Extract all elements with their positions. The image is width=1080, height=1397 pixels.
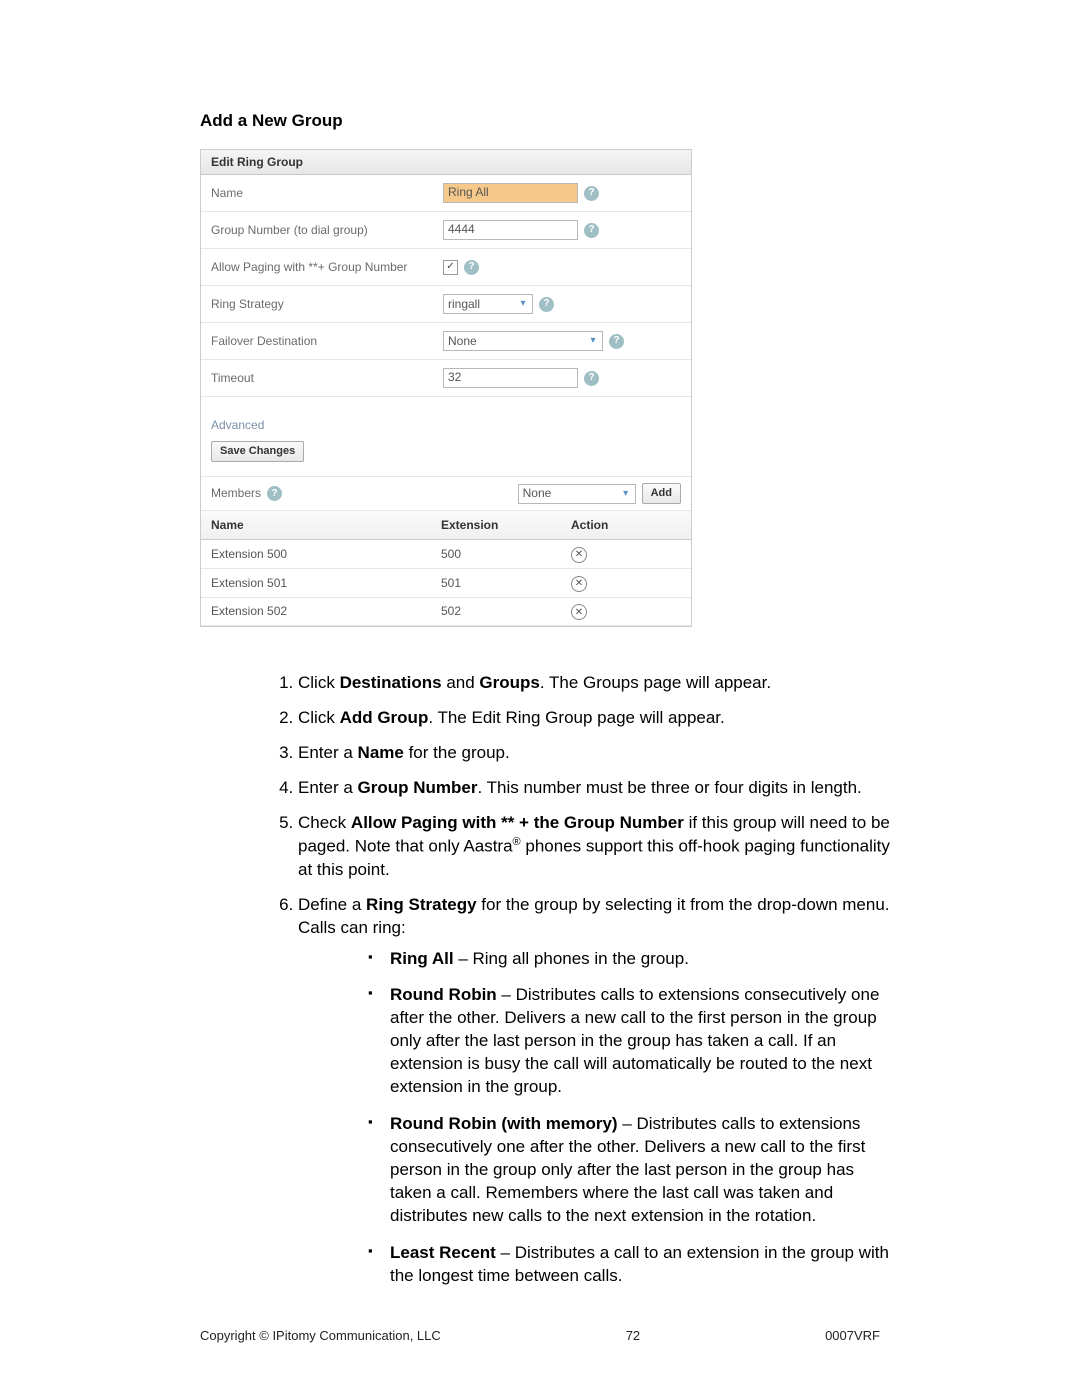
table-row: Extension 502 502 ✕ <box>201 597 691 626</box>
select-ring-strategy[interactable]: ringall ▾ <box>443 294 533 314</box>
label-group-number: Group Number (to dial group) <box>211 222 443 238</box>
step-3: Enter a Name for the group. <box>298 742 890 765</box>
select-failover[interactable]: None ▾ <box>443 331 603 351</box>
cell-name: Extension 501 <box>201 568 431 597</box>
step-1: Click Destinations and Groups. The Group… <box>298 672 890 695</box>
section-title: Add a New Group <box>200 110 890 133</box>
help-icon[interactable]: ? <box>267 486 282 501</box>
col-action: Action <box>561 511 691 540</box>
cell-name: Extension 502 <box>201 597 431 626</box>
checkbox-allow-paging[interactable]: ✓ <box>443 260 458 275</box>
help-icon[interactable]: ? <box>464 260 479 275</box>
footer-left: Copyright © IPitomy Communication, LLC <box>200 1327 441 1345</box>
edit-ring-group-panel: Edit Ring Group Name Ring All ? Group Nu… <box>200 149 692 628</box>
delete-icon[interactable]: ✕ <box>571 547 587 563</box>
label-failover: Failover Destination <box>211 333 443 349</box>
delete-icon[interactable]: ✕ <box>571 604 587 620</box>
page-number: 72 <box>626 1327 640 1345</box>
bullet-least-recent: Least Recent – Distributes a call to an … <box>368 1242 890 1288</box>
help-icon[interactable]: ? <box>539 297 554 312</box>
cell-ext: 500 <box>431 540 561 569</box>
delete-icon[interactable]: ✕ <box>571 576 587 592</box>
step-6: Define a Ring Strategy for the group by … <box>298 894 890 1288</box>
footer-right: 0007VRF <box>825 1327 880 1345</box>
input-group-number[interactable]: 4444 <box>443 220 578 240</box>
step-5: Check Allow Paging with ** + the Group N… <box>298 812 890 881</box>
instructions: Click Destinations and Groups. The Group… <box>200 672 890 1287</box>
help-icon[interactable]: ? <box>584 223 599 238</box>
bullet-round-robin-memory: Round Robin (with memory) – Distributes … <box>368 1113 890 1228</box>
input-name[interactable]: Ring All <box>443 183 578 203</box>
label-name: Name <box>211 185 443 201</box>
bullet-round-robin: Round Robin – Distributes calls to exten… <box>368 984 890 1099</box>
col-name: Name <box>201 511 431 540</box>
panel-header: Edit Ring Group <box>201 150 691 175</box>
page-footer: Copyright © IPitomy Communication, LLC 7… <box>0 1327 1080 1345</box>
label-ring-strategy: Ring Strategy <box>211 296 443 312</box>
help-icon[interactable]: ? <box>609 334 624 349</box>
table-row: Extension 500 500 ✕ <box>201 540 691 569</box>
members-label: Members <box>211 485 261 501</box>
cell-ext: 501 <box>431 568 561 597</box>
step-2: Click Add Group. The Edit Ring Group pag… <box>298 707 890 730</box>
step-4: Enter a Group Number. This number must b… <box>298 777 890 800</box>
label-timeout: Timeout <box>211 370 443 386</box>
help-icon[interactable]: ? <box>584 186 599 201</box>
col-extension: Extension <box>431 511 561 540</box>
save-changes-button[interactable]: Save Changes <box>211 441 304 462</box>
label-allow-paging: Allow Paging with **+ Group Number <box>211 259 443 275</box>
select-value: None <box>448 333 477 349</box>
cell-ext: 502 <box>431 597 561 626</box>
input-timeout[interactable]: 32 <box>443 368 578 388</box>
chevron-down-icon: ▾ <box>619 487 633 501</box>
advanced-link[interactable]: Advanced <box>211 417 681 433</box>
chevron-down-icon: ▾ <box>586 334 600 348</box>
select-value: ringall <box>448 296 480 312</box>
add-member-button[interactable]: Add <box>642 483 681 504</box>
select-value: None <box>523 485 552 501</box>
chevron-down-icon: ▾ <box>516 297 530 311</box>
help-icon[interactable]: ? <box>584 371 599 386</box>
members-table: Name Extension Action Extension 500 500 … <box>201 511 691 626</box>
select-members[interactable]: None ▾ <box>518 484 636 504</box>
cell-name: Extension 500 <box>201 540 431 569</box>
table-row: Extension 501 501 ✕ <box>201 568 691 597</box>
bullet-ring-all: Ring All – Ring all phones in the group. <box>368 948 890 971</box>
